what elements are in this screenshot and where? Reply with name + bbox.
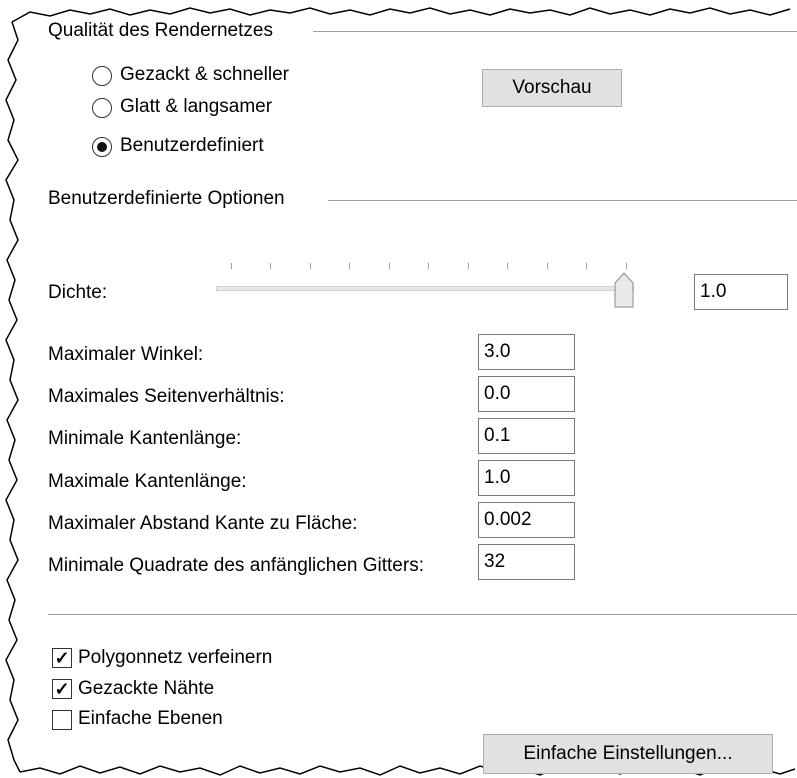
radio-custom[interactable] xyxy=(92,137,112,157)
max-edge-to-face-distance-field[interactable]: 0.002 xyxy=(478,502,575,538)
custom-options-divider xyxy=(328,200,797,202)
custom-options-group-title: Benutzerdefinierte Optionen xyxy=(48,188,285,209)
density-slider-tick xyxy=(547,263,548,269)
max-edge-length-field[interactable]: 1.0 xyxy=(478,460,575,496)
radio-smooth-slower[interactable] xyxy=(92,98,112,118)
density-slider-tick xyxy=(626,263,627,269)
render-quality-divider xyxy=(313,31,797,33)
simple-planes-checkbox[interactable] xyxy=(52,710,72,730)
jagged-seams-label[interactable]: Gezackte Nähte xyxy=(78,678,214,700)
checkmark-icon: ✓ xyxy=(54,648,70,668)
refine-mesh-checkbox[interactable]: ✓ xyxy=(52,648,72,668)
density-slider-tick xyxy=(349,263,350,269)
max-angle-label: Maximaler Winkel: xyxy=(48,344,204,365)
density-slider-thumb[interactable] xyxy=(614,272,634,308)
radio-jagged-faster[interactable] xyxy=(92,66,112,86)
max-aspect-ratio-field[interactable]: 0.0 xyxy=(478,376,575,412)
options-separator xyxy=(48,614,797,616)
mesh-settings-panel: Qualität des Rendernetzes Gezackt & schn… xyxy=(0,0,797,778)
preview-button[interactable]: Vorschau xyxy=(482,69,622,107)
density-slider-tick xyxy=(270,263,271,269)
density-slider-track[interactable] xyxy=(216,286,634,291)
refine-mesh-label[interactable]: Polygonnetz verfeinern xyxy=(78,647,272,669)
radio-jagged-faster-label[interactable]: Gezackt & schneller xyxy=(120,64,289,86)
min-edge-length-label: Minimale Kantenlänge: xyxy=(48,428,242,449)
checkmark-icon: ✓ xyxy=(54,679,70,699)
max-aspect-ratio-label: Maximales Seitenverhältnis: xyxy=(48,386,285,407)
density-slider-tick xyxy=(310,263,311,269)
max-edge-length-label: Maximale Kantenlänge: xyxy=(48,471,247,492)
density-value-field[interactable]: 1.0 xyxy=(694,274,788,310)
min-initial-grid-squares-label: Minimale Quadrate des anfänglichen Gitte… xyxy=(48,555,424,576)
density-slider-tick xyxy=(468,263,469,269)
min-edge-length-field[interactable]: 0.1 xyxy=(478,418,575,454)
density-slider-tick xyxy=(231,263,232,269)
density-slider-tick xyxy=(428,263,429,269)
min-initial-grid-squares-field[interactable]: 32 xyxy=(478,544,575,580)
density-label: Dichte: xyxy=(48,282,108,303)
torn-edge-left xyxy=(5,21,21,773)
render-quality-group-title: Qualität des Rendernetzes xyxy=(48,20,273,41)
density-slider-tick xyxy=(507,263,508,269)
density-slider-tick xyxy=(586,263,587,269)
density-slider-tick xyxy=(389,263,390,269)
max-angle-field[interactable]: 3.0 xyxy=(478,334,575,370)
simple-settings-button[interactable]: Einfache Einstellungen... xyxy=(483,734,773,774)
radio-custom-label[interactable]: Benutzerdefiniert xyxy=(120,135,264,157)
max-edge-to-face-distance-label: Maximaler Abstand Kante zu Fläche: xyxy=(48,513,358,534)
jagged-seams-checkbox[interactable]: ✓ xyxy=(52,679,72,699)
radio-smooth-slower-label[interactable]: Glatt & langsamer xyxy=(120,96,272,118)
radio-custom-selected-dot xyxy=(97,142,107,152)
simple-planes-label[interactable]: Einfache Ebenen xyxy=(78,708,223,730)
